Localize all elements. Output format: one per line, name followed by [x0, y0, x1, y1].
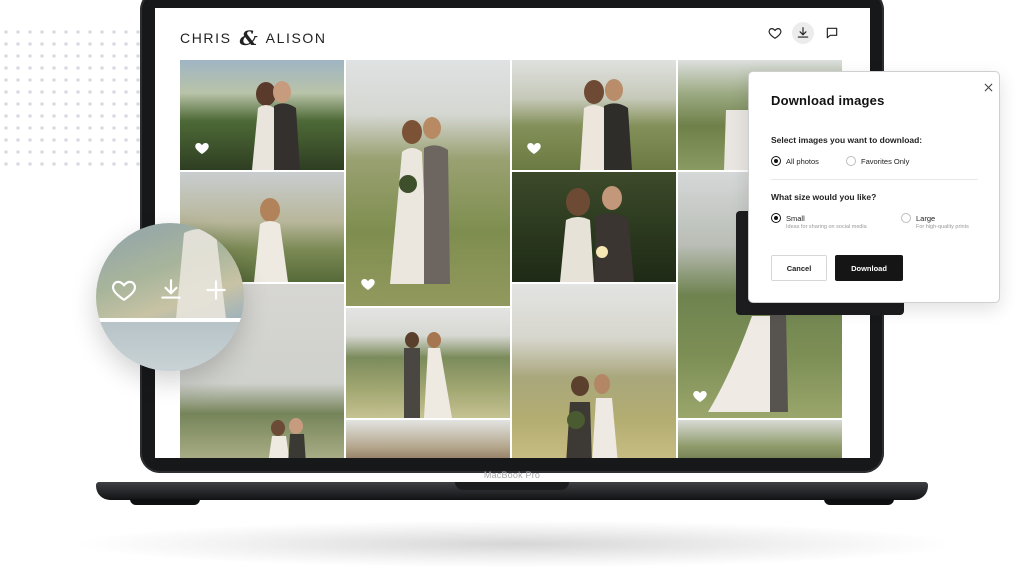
- couple-silhouette: [268, 418, 306, 458]
- cancel-button[interactable]: Cancel: [771, 255, 827, 281]
- gallery-photo[interactable]: [346, 420, 510, 458]
- bride-silhouette: [254, 198, 288, 282]
- gallery-photo[interactable]: [346, 60, 510, 306]
- radio-size-large[interactable]: Large For high-quality prints: [901, 213, 969, 231]
- bride-silhouette: [176, 229, 226, 319]
- gallery-photo[interactable]: [512, 60, 676, 170]
- radio-unselected-indicator: [846, 156, 856, 166]
- radio-all-photos[interactable]: All photos: [771, 156, 819, 166]
- radio-favorites-only[interactable]: Favorites Only: [846, 156, 910, 166]
- comment-icon: [826, 27, 838, 39]
- modal-divider: [771, 179, 978, 180]
- download-button[interactable]: [792, 22, 814, 44]
- couple-silhouette: [404, 332, 452, 418]
- couple-silhouette: [390, 117, 450, 284]
- download-confirm-button[interactable]: Download: [835, 255, 903, 281]
- close-button[interactable]: [981, 80, 995, 94]
- heart-icon: [768, 28, 782, 39]
- plus-icon[interactable]: [203, 277, 229, 303]
- heart-icon[interactable]: [692, 388, 708, 404]
- gallery-photo[interactable]: [512, 284, 676, 458]
- decorative-dot-grid: [0, 26, 140, 166]
- download-icon: [797, 27, 809, 38]
- magnifier-lower-photo: [96, 322, 244, 371]
- size-question: What size would you like?: [771, 192, 877, 202]
- heart-icon[interactable]: [111, 277, 137, 303]
- heart-icon[interactable]: [526, 140, 542, 156]
- image-selection-question: Select images you want to download:: [771, 135, 923, 145]
- couple-silhouette: [580, 79, 632, 170]
- laptop-hinge-notch: [455, 482, 569, 490]
- gallery-photo[interactable]: [512, 172, 676, 282]
- comments-button[interactable]: [821, 22, 843, 44]
- magnifier-callout: [96, 223, 244, 371]
- modal-title: Download images: [771, 93, 885, 108]
- close-icon: [984, 83, 992, 91]
- gallery-photo[interactable]: [678, 420, 842, 458]
- radio-description: Ideas for sharing on social media: [786, 224, 867, 230]
- gallery-photo[interactable]: [180, 60, 344, 170]
- laptop-shadow: [70, 520, 960, 568]
- radio-label: Large: [916, 214, 936, 223]
- heart-icon[interactable]: [360, 276, 376, 292]
- gallery-title-ampersand: &: [239, 26, 258, 50]
- download-modal: Download images Select images you want t…: [748, 71, 1000, 303]
- radio-selected-indicator: [771, 156, 781, 166]
- radio-selected-indicator: [771, 213, 781, 223]
- gallery-photo[interactable]: [346, 308, 510, 418]
- favorites-button[interactable]: [764, 22, 786, 44]
- couple-silhouette: [252, 81, 300, 170]
- laptop-foot-right: [824, 499, 894, 505]
- radio-label: Favorites Only: [861, 157, 910, 166]
- gallery-title-second-name: ALISON: [265, 30, 327, 46]
- radio-label: All photos: [786, 157, 819, 166]
- gallery-title-first-name: CHRIS: [180, 30, 232, 46]
- radio-description: For high-quality prints: [916, 224, 969, 230]
- couple-silhouette: [566, 374, 618, 458]
- radio-unselected-indicator: [901, 213, 911, 223]
- radio-size-small[interactable]: Small Ideas for sharing on social media: [771, 213, 867, 231]
- couple-silhouette: [560, 186, 634, 282]
- download-icon[interactable]: [158, 277, 184, 303]
- radio-label: Small: [786, 214, 805, 223]
- device-label: MacBook Pro: [483, 470, 541, 480]
- heart-icon[interactable]: [194, 140, 210, 156]
- laptop-foot-left: [130, 499, 200, 505]
- gallery-title: CHRIS & ALISON: [180, 26, 327, 50]
